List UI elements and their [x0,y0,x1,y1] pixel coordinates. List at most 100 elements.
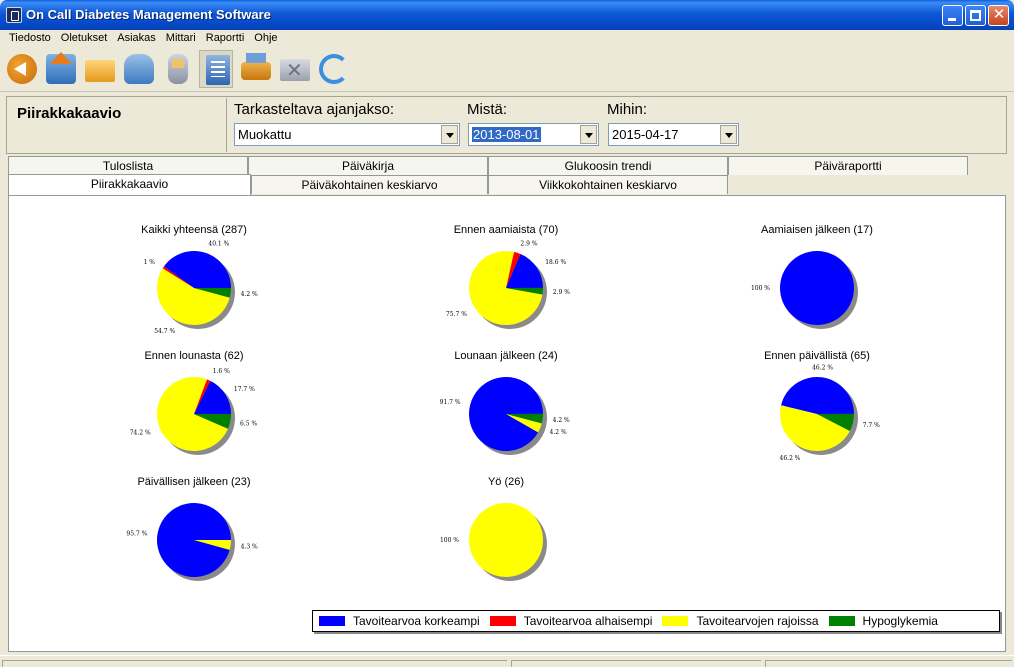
pie-slice-inrange [469,503,543,577]
minimize-button[interactable] [942,5,963,26]
pie-label-low: 2.9 % [520,240,537,247]
legend-label-low: Tavoitearvoa alhaisempi [523,614,653,628]
pie-label-inrange: 74.2 % [130,429,151,436]
app-icon [6,7,22,23]
menu-oletukset[interactable]: Oletukset [56,30,112,48]
legend-item-inrange: Tavoitearvojen rajoissa [662,614,819,628]
open-folder-button[interactable] [82,50,116,88]
legend-swatch-hypo [828,616,855,626]
pie-title: Ennen päivällistä (65) [764,350,870,362]
sync-icon [319,54,349,84]
pie-svg: 100 % [751,251,858,329]
period-select[interactable]: Muokattu [234,123,460,146]
menu-mittari[interactable]: Mittari [161,30,201,48]
chevron-down-icon[interactable] [720,125,737,144]
legend-swatch-low [489,616,516,626]
pie-chart: Ennen lounasta (62) 17.7 % 1.6 % 74.2 % 6.5 … [94,350,294,470]
tab-piirakkakaavio[interactable]: Piirakkakaavio [8,174,251,195]
pie-svg: 91.7 % 4.2 % 4.2 % [440,376,570,455]
status-segment [511,660,761,667]
maximize-icon [970,10,981,21]
pie-label-low: 1.6 % [213,368,230,375]
pie-slice-high [780,251,854,325]
pie-title: Päivällisen jälkeen (23) [137,476,251,488]
tab-paivaraportti[interactable]: Päiväraportti [728,156,968,175]
from-date-select[interactable]: 2013-08-01 [468,123,599,146]
pie-chart: Ennen päivällistä (65) 46.2 % 46.2 % 7.7 % [717,350,917,470]
pie-svg: 46.2 % 46.2 % 7.7 % [780,364,881,462]
tab-tuloslista[interactable]: Tuloslista [8,156,248,175]
legend-label-inrange: Tavoitearvojen rajoissa [696,614,819,628]
pie-title: Lounaan jälkeen (24) [454,350,558,362]
email-button[interactable] [277,50,311,88]
sync-button[interactable] [316,50,350,88]
pie-svg: 40.1 % 1 % 54.7 % 4.2 % [144,240,258,335]
pie-chart: Päivällisen jälkeen (23) 95.7 % 4.3 % [94,476,294,596]
back-arrow-icon [7,54,37,84]
pie-label-high: 18.6 % [545,259,566,266]
to-date-select[interactable]: 2015-04-17 [608,123,739,146]
open-folder-icon [85,60,115,82]
chart-legend: Tavoitearvoa korkeampi Tavoitearvoa alha… [312,610,1000,632]
report-icon [206,55,230,85]
legend-item-hypo: Hypoglykemia [828,614,938,628]
pie-svg: 18.6 % 2.9 % 75.7 % 2.9 % [446,240,570,329]
tab-paivakohtainen-keskiarvo[interactable]: Päiväkohtainen keskiarvo [251,175,488,194]
period-label: Tarkasteltava ajanjakso: [234,101,395,118]
meter-device-button[interactable] [160,50,194,88]
to-date-value: 2015-04-17 [612,127,679,142]
pie-label-hypo: 6.5 % [240,421,257,428]
pie-label-hypo: 4.2 % [553,417,570,424]
pie-svg: 100 % [440,503,547,581]
close-button[interactable]: ✕ [988,5,1009,26]
pie-label-high: 40.1 % [208,240,229,247]
menu-raportti[interactable]: Raportti [201,30,250,48]
printer-icon [241,53,271,80]
menu-ohje[interactable]: Ohje [249,30,282,48]
menu-asiakas[interactable]: Asiakas [112,30,161,48]
pie-label-hypo: 4.2 % [241,291,258,298]
window-title: On Call Diabetes Management Software [26,7,271,22]
from-label: Mistä: [467,101,508,118]
pie-label-inrange: 100 % [440,537,459,544]
pie-label-low: 1 % [144,259,156,266]
tab-viikkokohtainen-keskiarvo[interactable]: Viikkokohtainen keskiarvo [488,175,728,194]
pie-chart: Lounaan jälkeen (24) 91.7 % 4.2 % 4.2 % [406,350,606,470]
patient-button[interactable] [121,50,155,88]
minimize-icon [948,18,956,21]
status-segment [765,660,1012,667]
pie-chart: Aamiaisen jälkeen (17) 100 % [717,224,917,344]
pie-label-high: 91.7 % [440,399,461,406]
toolbar [0,50,1014,92]
home-button[interactable] [43,50,77,88]
title-bar: On Call Diabetes Management Software ✕ [0,0,1014,30]
pie-label-inrange: 54.7 % [154,328,175,335]
pie-title: Ennen aamiaista (70) [453,224,559,236]
patient-icon [124,54,154,84]
tab-glukoosin-trendi[interactable]: Glukoosin trendi [488,156,728,175]
pie-chart: Ennen aamiaista (70) 18.6 % 2.9 % 75.7 % 2.9… [406,224,606,344]
chevron-down-icon[interactable] [580,125,597,144]
report-tabs: Tuloslista Päiväkirja Glukoosin trendi P… [8,156,1008,196]
pie-label-inrange: 46.2 % [780,455,801,462]
section-title: Piirakkakaavio [9,98,227,152]
back-arrow-button[interactable] [4,50,38,88]
menu-bar: Tiedosto Oletukset Asiakas Mittari Rapor… [0,30,1014,48]
to-label: Mihin: [607,101,648,118]
report-header: Piirakkakaavio Tarkasteltava ajanjakso: … [6,96,1007,154]
legend-label-hypo: Hypoglykemia [862,614,938,628]
menu-tiedosto[interactable]: Tiedosto [4,30,56,48]
pie-chart: Kaikki yhteensä (287) 40.1 % 1 % 54.7 % 4.2 … [94,224,294,344]
pie-label-inrange: 4.3 % [241,543,258,550]
pie-title: Kaikki yhteensä (287) [141,224,247,236]
legend-swatch-inrange [662,616,689,626]
printer-button[interactable] [238,50,272,88]
pie-label-inrange: 4.2 % [550,429,567,436]
chevron-down-icon[interactable] [441,125,458,144]
meter-device-icon [168,54,188,84]
close-icon: ✕ [992,6,1006,23]
maximize-button[interactable] [965,5,986,26]
report-button[interactable] [199,50,233,88]
tab-paivakirja[interactable]: Päiväkirja [248,156,488,175]
period-value: Muokattu [238,127,292,142]
